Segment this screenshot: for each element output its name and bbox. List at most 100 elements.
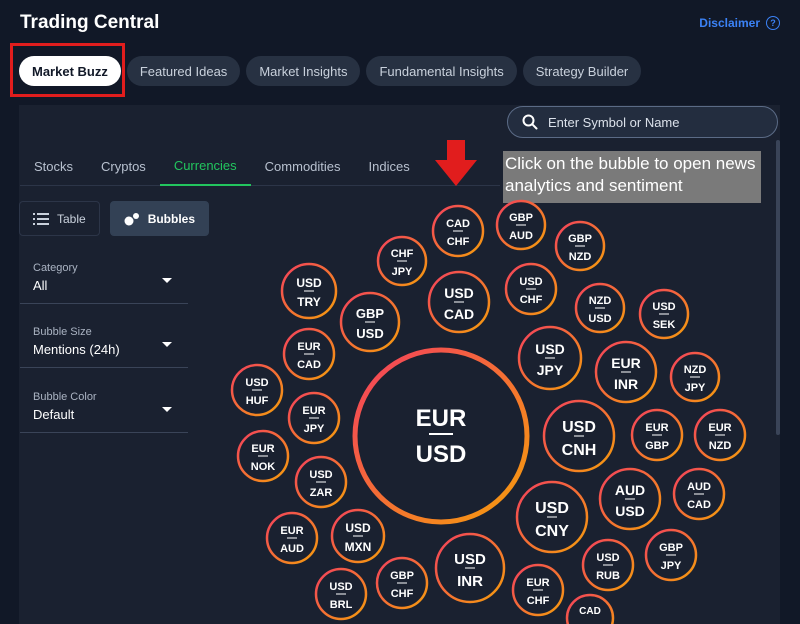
tab-fundamental-insights[interactable]: Fundamental Insights <box>366 56 517 86</box>
disclaimer-label[interactable]: Disclaimer <box>699 16 760 30</box>
bubble-circle[interactable] <box>352 347 530 525</box>
bubble-eur-inr[interactable]: EUR INR <box>594 340 658 404</box>
bubble-base-currency: GBP <box>509 212 533 224</box>
bubble-aud-usd[interactable]: AUD USD <box>598 467 662 531</box>
bubble-usd-brl[interactable]: USD BRL <box>314 567 368 621</box>
bubble-color-select[interactable]: Bubble Color Default <box>20 381 188 433</box>
bubble-base-currency: USD <box>309 469 332 481</box>
bubble-quote-currency: USD <box>416 441 467 468</box>
bubble-size-select[interactable]: Bubble Size Mentions (24h) <box>20 316 188 368</box>
bubble-eur-nzd[interactable]: EUR NZD <box>693 408 747 462</box>
bubble-eur-nok[interactable]: EUR NOK <box>236 429 290 483</box>
tab-currencies[interactable]: Currencies <box>159 146 251 186</box>
bubble-usd-mxn[interactable]: USD MXN <box>330 508 386 564</box>
bubble-quote-currency: BRL <box>330 599 353 611</box>
question-circle-icon[interactable]: ? <box>766 16 780 30</box>
tab-market-insights[interactable]: Market Insights <box>246 56 361 86</box>
bubble-gbp-usd[interactable]: GBP USD <box>339 291 401 353</box>
bubble-quote-currency: TRY <box>297 295 321 309</box>
bubble-color-label: Bubble Color <box>33 391 97 403</box>
red-down-arrow-icon <box>435 140 477 186</box>
bubbles-view-label[interactable]: Bubbles <box>148 212 195 226</box>
tab-stocks[interactable]: Stocks <box>20 146 87 186</box>
bubble-quote-currency: JPY <box>661 560 682 572</box>
tab-indices[interactable]: Indices <box>355 146 424 186</box>
bubble-chf-jpy[interactable]: CHF JPY <box>376 235 428 287</box>
tab-featured-ideas[interactable]: Featured Ideas <box>126 56 241 86</box>
bubble-quote-currency: CAD <box>297 359 321 371</box>
bubble-eur-aud[interactable]: EUR AUD <box>265 511 319 565</box>
bubble-usd-huf[interactable]: USD HUF <box>230 363 284 417</box>
bubble-usd-sek[interactable]: USD SEK <box>638 288 690 340</box>
vertical-scrollbar[interactable] <box>776 140 780 435</box>
search-icon <box>522 114 538 130</box>
bubble-aud-cad[interactable]: AUD CAD <box>672 467 726 521</box>
bubble-eur-jpy[interactable]: EUR JPY <box>287 391 341 445</box>
bubble-quote-currency: CNY <box>535 523 569 540</box>
bubble-base-currency: AUD <box>687 481 711 493</box>
bubble-color-value[interactable]: Default <box>33 407 175 422</box>
tab-market-buzz[interactable]: Market Buzz <box>19 56 121 86</box>
bubble-nzd-jpy[interactable]: NZD JPY <box>669 351 721 403</box>
bubble-usd-try[interactable]: USD TRY <box>280 262 338 320</box>
bubble-base-currency: USD <box>519 276 542 288</box>
bubble-usd-inr[interactable]: USD INR <box>434 532 506 604</box>
bubble-quote-currency: CAD <box>687 499 711 511</box>
tab-strategy-builder[interactable]: Strategy Builder <box>522 56 642 86</box>
bubble-quote-currency: INR <box>614 376 638 392</box>
bubble-quote-currency: AUD <box>509 230 533 242</box>
bubble-quote-currency: GBP <box>645 440 669 452</box>
caret-down-icon[interactable] <box>162 407 172 412</box>
bubble-base-currency: USD <box>454 551 486 568</box>
bubble-base-currency: USD <box>652 301 675 313</box>
bubble-usd-cnh[interactable]: USD CNH <box>542 399 616 473</box>
bubble-usd-zar[interactable]: USD ZAR <box>294 455 348 509</box>
search-input[interactable] <box>548 114 748 130</box>
bubble-gbp-jpy[interactable]: GBP JPY <box>644 528 698 582</box>
bubble-quote-currency: CHF <box>391 588 414 600</box>
category-value[interactable]: All <box>33 278 175 293</box>
bubble-base-currency: EUR <box>645 422 668 434</box>
table-view-button[interactable]: Table <box>19 201 100 236</box>
bubble-quote-currency: NZD <box>569 251 592 263</box>
bubble-gbp-chf[interactable]: GBP CHF <box>375 556 429 610</box>
top-tab-bar: Market Buzz Featured Ideas Market Insigh… <box>19 56 642 86</box>
bubble-quote-currency: NZD <box>709 440 732 452</box>
bubble-base-currency: CHF <box>391 248 414 260</box>
bubbles-icon <box>124 212 139 225</box>
bubble-gbp-nzd[interactable]: GBP NZD <box>554 220 606 272</box>
search-bar[interactable] <box>507 106 778 138</box>
bubbles-view-button[interactable]: Bubbles <box>109 201 210 236</box>
bubble-quote-currency: CNH <box>562 442 597 459</box>
bubble-base-currency: EUR <box>416 405 467 432</box>
tab-commodities[interactable]: Commodities <box>251 146 355 186</box>
bubble-base-currency: GBP <box>390 570 414 582</box>
bubble-quote-currency: MXN <box>345 540 372 554</box>
bubble-usd-rub[interactable]: USD RUB <box>581 538 635 592</box>
bubble-quote-currency: CHF <box>520 294 543 306</box>
bubble-gbp-aud[interactable]: GBP AUD <box>495 199 547 251</box>
bubble-nzd-usd[interactable]: NZD USD <box>574 282 626 334</box>
bubble-cad-chf[interactable]: CAD CHF <box>431 204 485 258</box>
caret-down-icon[interactable] <box>162 342 172 347</box>
bubble-base-currency: EUR <box>526 577 549 589</box>
bubble-usd-chf[interactable]: USD CHF <box>504 262 558 316</box>
bubble-eur-cad[interactable]: EUR CAD <box>282 327 336 381</box>
bubble-usd-cny[interactable]: USD CNY <box>515 480 589 554</box>
caret-down-icon[interactable] <box>162 278 172 283</box>
category-select[interactable]: Category All <box>20 252 188 304</box>
bubble-base-currency: EUR <box>280 525 303 537</box>
tab-cryptos[interactable]: Cryptos <box>87 146 160 186</box>
list-icon <box>33 212 49 225</box>
bubble-eur-chf[interactable]: EUR CHF <box>511 563 565 617</box>
bubble-eur-usd[interactable]: EUR USD <box>352 347 530 525</box>
table-view-label[interactable]: Table <box>57 212 86 226</box>
bubble-size-value[interactable]: Mentions (24h) <box>33 342 175 357</box>
bubble-base-currency: USD <box>562 419 596 436</box>
view-toggle: Table Bubbles <box>19 201 210 236</box>
bubble-base-currency: NZD <box>589 295 612 307</box>
bubble-eur-gbp[interactable]: EUR GBP <box>630 408 684 462</box>
bubble-usd-jpy[interactable]: USD JPY <box>517 325 583 391</box>
disclaimer-link[interactable]: Disclaimer ? <box>699 16 780 30</box>
bubble-usd-cad[interactable]: USD CAD <box>427 270 491 334</box>
